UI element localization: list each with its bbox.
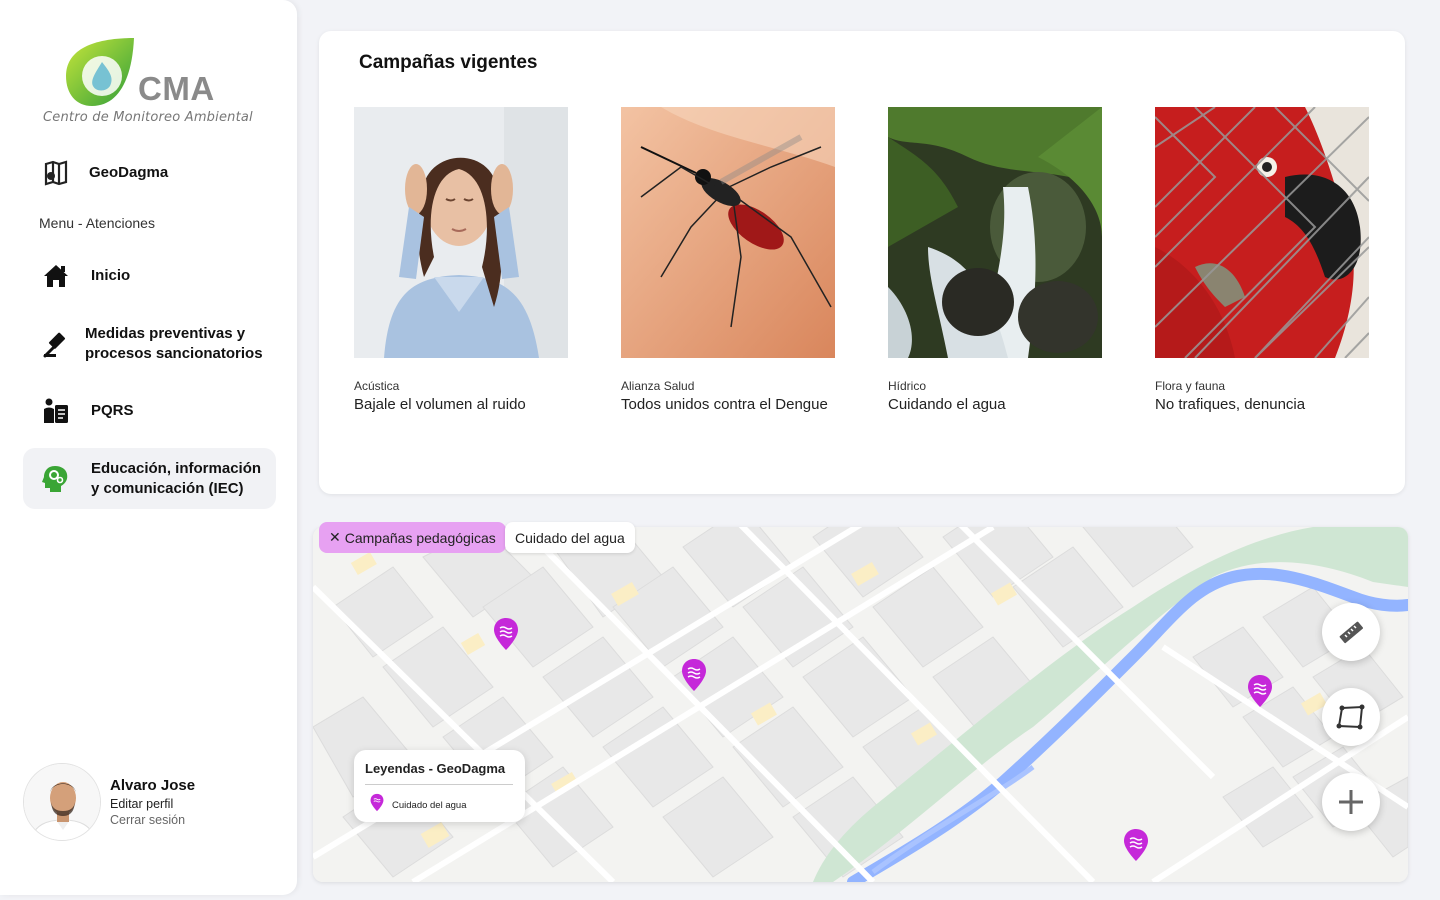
menu-section-label: Menu - Atenciones [39, 215, 155, 231]
campaign-category: Alianza Salud [621, 379, 695, 393]
campaign-card-agua[interactable]: Hídrico Cuidando el agua [888, 107, 1102, 413]
plus-icon [1339, 790, 1363, 814]
cma-logo: CMA Centro de Monitoreo Ambiental [40, 36, 260, 128]
edit-profile-link[interactable]: Editar perfil [110, 797, 173, 811]
gavel-icon [39, 327, 73, 361]
nav-medidas[interactable]: Medidas preventivas y procesos sancionat… [23, 320, 276, 368]
campaign-image-acustica [354, 107, 568, 358]
map-legend: Leyendas - GeoDagma Cuidado del agua [354, 750, 525, 822]
user-profile: Alvaro Jose Editar perfil Cerrar sesión [23, 763, 273, 843]
campaign-title: Todos unidos contra el Dengue [621, 396, 828, 413]
zoom-in-button[interactable] [1322, 773, 1380, 831]
filter-chip-cuidado-agua[interactable]: Cuidado del agua [505, 522, 635, 553]
legend-divider [365, 784, 513, 785]
campaigns-card: Campañas vigentes Acústica Bajale el vol… [319, 31, 1405, 494]
leaf-logo-icon [66, 38, 134, 106]
avatar[interactable] [23, 763, 101, 841]
water-pin-icon[interactable] [1123, 828, 1149, 862]
map-layers-icon [39, 156, 73, 190]
water-pin-icon[interactable] [1247, 674, 1273, 708]
pqrs-icon [39, 394, 73, 428]
map-view[interactable] [313, 527, 1408, 882]
nav-pqrs-label: PQRS [91, 402, 134, 419]
logout-link[interactable]: Cerrar sesión [110, 813, 185, 827]
nav-iec[interactable]: Educación, información y comunicación (I… [23, 448, 276, 509]
close-icon[interactable]: ✕ [329, 529, 341, 546]
home-icon [39, 259, 73, 293]
campaign-image-agua [888, 107, 1102, 358]
profile-name: Alvaro Jose [110, 777, 196, 794]
nav-iec-label: Educación, información y comunicación (I… [91, 459, 262, 497]
campaign-card-acustica[interactable]: Acústica Bajale el volumen al ruido [354, 107, 568, 413]
polygon-icon [1336, 704, 1365, 730]
head-gears-icon [39, 462, 73, 496]
campaign-title: Bajale el volumen al ruido [354, 396, 526, 413]
filter-chip-label: Cuidado del agua [515, 529, 625, 546]
legend-title: Leyendas - GeoDagma [365, 761, 506, 776]
water-pin-icon [370, 793, 384, 812]
campaign-title: Cuidando el agua [888, 396, 1006, 413]
campaign-image-fauna [1155, 107, 1369, 358]
nav-inicio[interactable]: Inicio [23, 256, 276, 296]
brand-name: CMA [138, 70, 215, 107]
draw-polygon-button[interactable] [1322, 688, 1380, 746]
measure-button[interactable] [1322, 603, 1380, 661]
filter-chip-label: Campañas pedagógicas [344, 529, 496, 546]
campaign-category: Hídrico [888, 379, 927, 393]
nav-geodagma-label: GeoDagma [89, 164, 169, 181]
water-pin-icon[interactable] [681, 658, 707, 692]
campaign-card-dengue[interactable]: Alianza Salud Todos unidos contra el Den… [621, 107, 835, 413]
legend-item-label: Cuidado del agua [392, 800, 467, 811]
campaigns-title: Campañas vigentes [359, 52, 538, 73]
campaign-image-dengue [621, 107, 835, 358]
campaign-category: Flora y fauna [1155, 379, 1226, 393]
sidebar: CMA Centro de Monitoreo Ambiental GeoDag… [0, 0, 297, 895]
campaign-category: Acústica [354, 379, 400, 393]
brand-subtitle: Centro de Monitoreo Ambiental [43, 110, 253, 125]
nav-medidas-label: Medidas preventivas y procesos sancionat… [85, 325, 263, 362]
campaign-card-fauna[interactable]: Flora y fauna No trafiques, denuncia [1155, 107, 1369, 413]
water-pin-icon[interactable] [493, 617, 519, 651]
map-tiles [313, 527, 1408, 882]
ruler-icon [1339, 621, 1363, 644]
campaign-title: No trafiques, denuncia [1155, 396, 1306, 413]
nav-pqrs[interactable]: PQRS [23, 391, 276, 431]
filter-chip-campanas[interactable]: ✕ Campañas pedagógicas [319, 522, 506, 553]
nav-inicio-label: Inicio [91, 267, 131, 284]
nav-geodagma[interactable]: GeoDagma [23, 153, 276, 193]
